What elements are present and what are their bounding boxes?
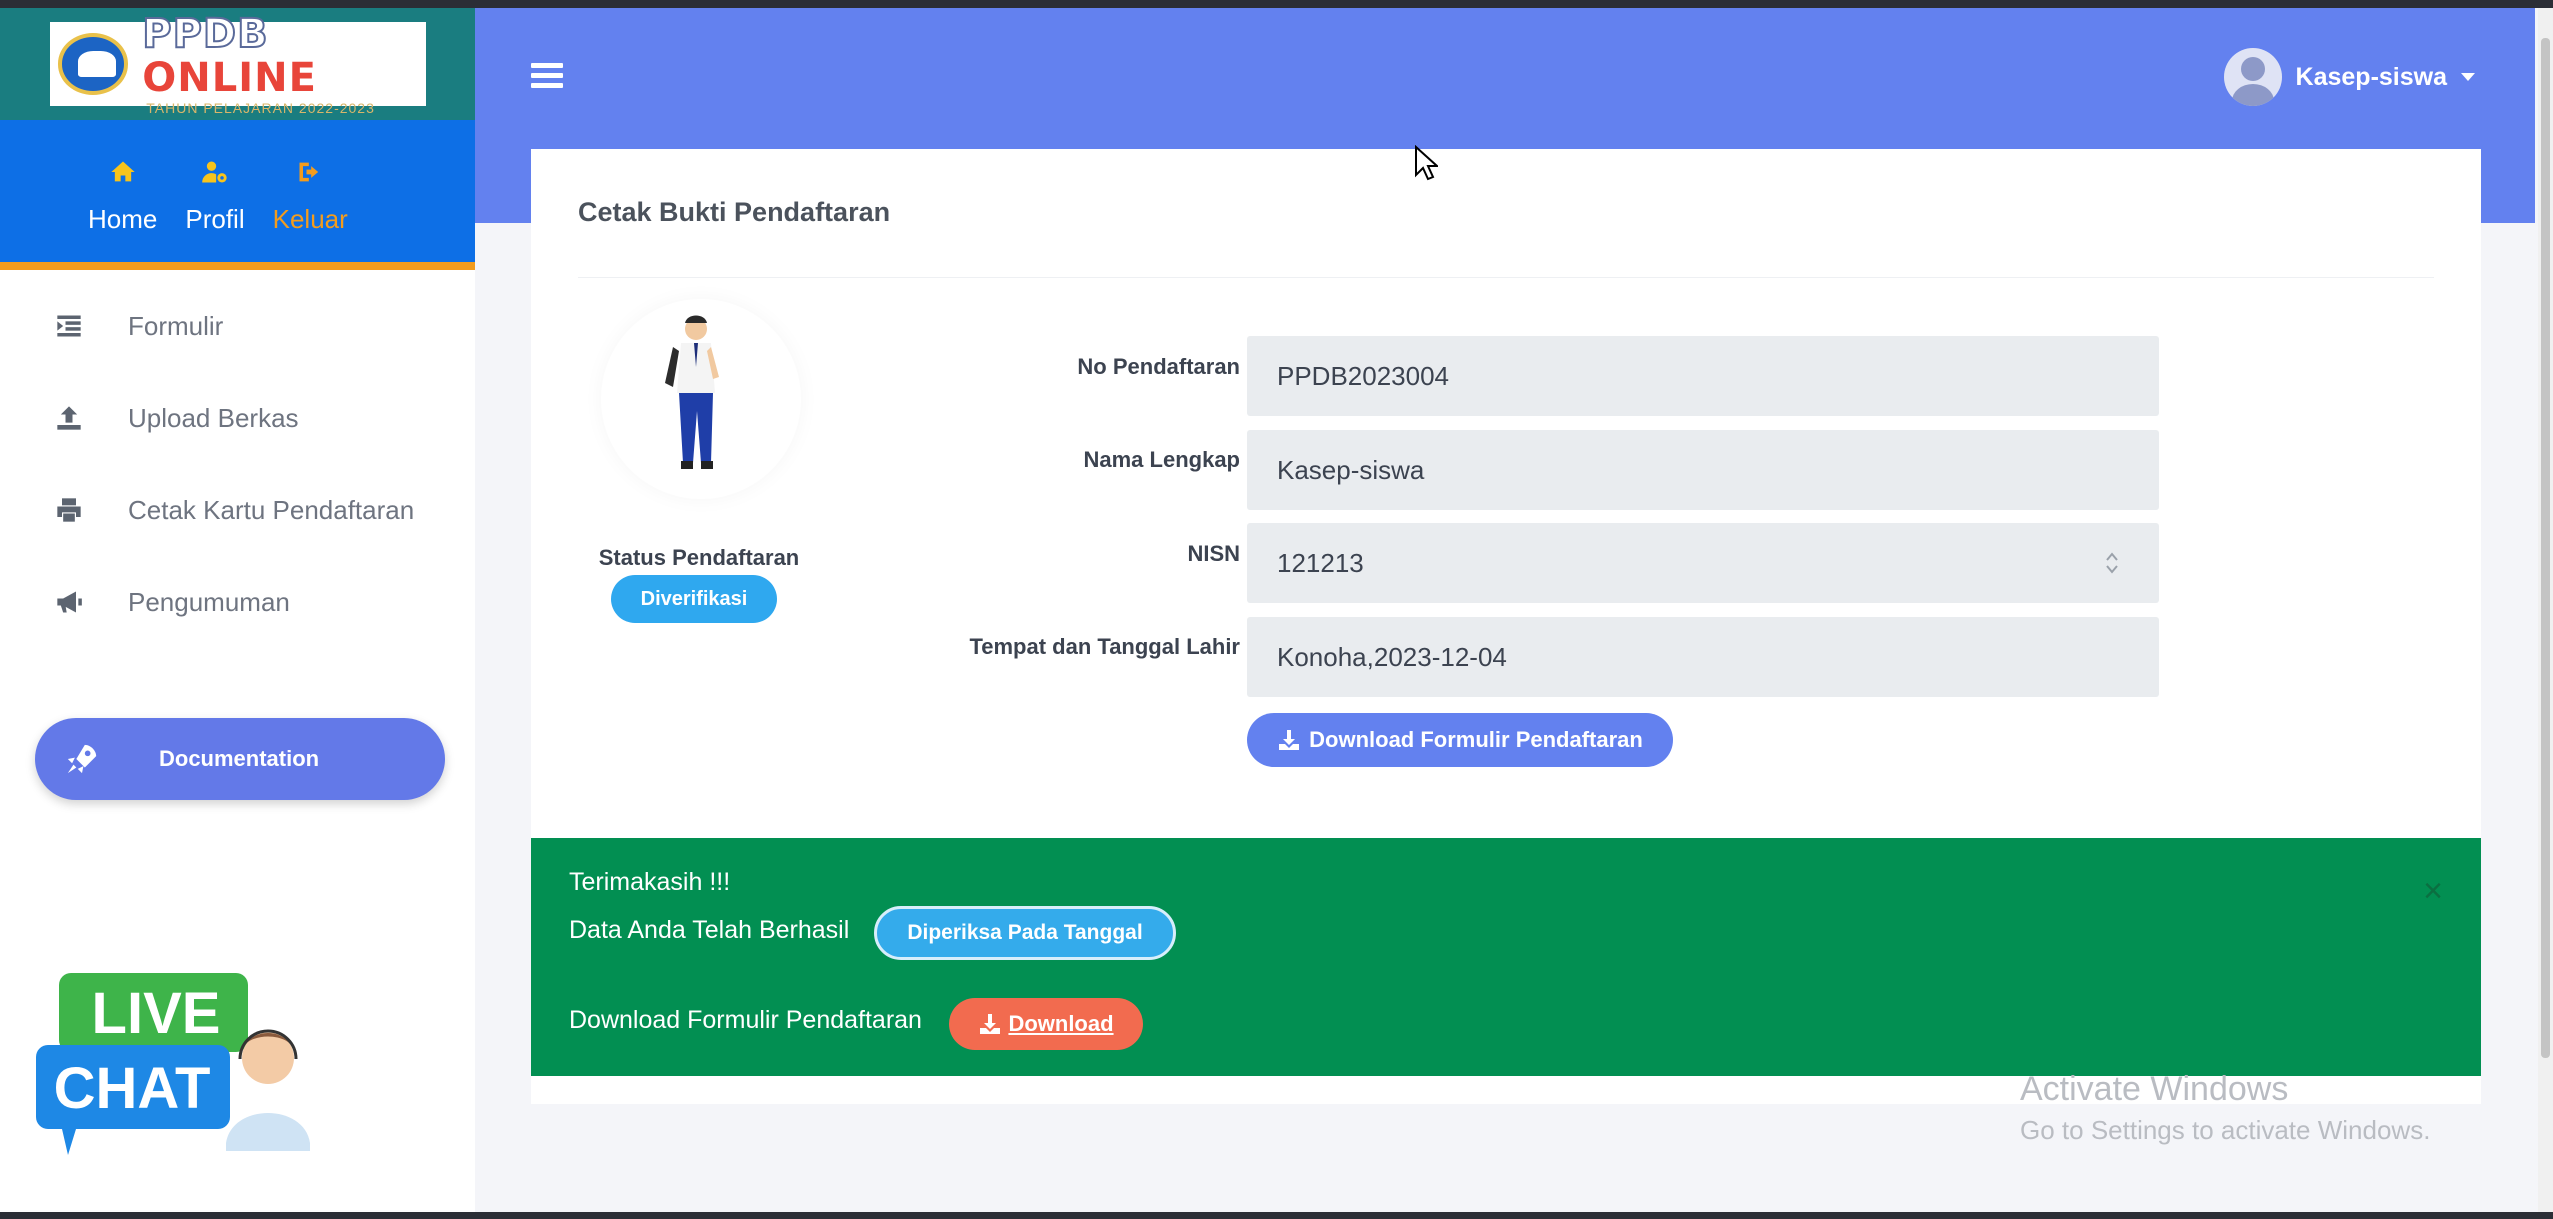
no-pendaftaran-field[interactable]: PPDB2023004 (1247, 336, 2159, 416)
tempat-tanggal-lahir-field[interactable]: Konoha,2023-12-04 (1247, 617, 2159, 697)
rocket-icon (67, 744, 97, 774)
alert-thanks-text: Terimakasih !!! (569, 868, 731, 896)
sidebar-item-pengumuman[interactable]: Pengumuman (0, 556, 475, 648)
documentation-button[interactable]: Documentation (35, 718, 445, 800)
field-value: 121213 (1277, 547, 1364, 578)
caret-down-icon (2461, 73, 2475, 81)
page-scrollbar[interactable] (2538, 8, 2553, 1219)
quick-nav-label: Profil (185, 204, 245, 234)
megaphone-icon (57, 591, 82, 613)
user-gear-icon (202, 161, 227, 183)
divider (578, 277, 2434, 278)
bottom-window-strip (0, 1212, 2553, 1219)
brand-title-online: ONLINE (142, 55, 317, 101)
status-label: Status Pendaftaran (598, 545, 800, 570)
nisn-field[interactable]: 121213 (1247, 523, 2159, 603)
sidebar-item-cetak-kartu[interactable]: Cetak Kartu Pendaftaran (0, 464, 475, 556)
brand-area: PPDB ONLINE TAHUN PELAJARAN 2022-2023 (0, 8, 475, 120)
quick-nav-label: Keluar (272, 204, 348, 234)
sidebar-item-label: Cetak Kartu Pendaftaran (128, 494, 415, 525)
download-icon (1279, 730, 1300, 750)
alert-data-text: Data Anda Telah Berhasil (569, 916, 850, 944)
download-formulir-label: Download Formulir Pendaftaran (1309, 727, 1643, 752)
sidebar: PPDB ONLINE TAHUN PELAJARAN 2022-2023 Ho… (0, 8, 475, 1219)
checked-date-badge: Diperiksa Pada Tanggal (874, 906, 1176, 960)
live-chat-widget[interactable]: LIVE CHAT (36, 973, 311, 1188)
form-list-icon (57, 315, 81, 337)
quick-nav: Home Profil Keluar (0, 120, 475, 270)
field-value: Konoha,2023-12-04 (1277, 641, 1507, 672)
documentation-label: Documentation (159, 746, 320, 771)
watermark-title: Activate Windows (2020, 1070, 2289, 1108)
sidebar-item-label: Upload Berkas (128, 402, 299, 433)
download-icon (980, 1014, 1001, 1034)
sidebar-item-upload-berkas[interactable]: Upload Berkas (0, 372, 475, 464)
field-label-nama-lengkap: Nama Lengkap (1083, 447, 1241, 472)
quick-nav-label: Home (88, 204, 158, 234)
field-label-no-pendaftaran: No Pendaftaran (1077, 354, 1240, 379)
field-label-nisn: NISN (1187, 541, 1240, 566)
tut-wuri-emblem-icon (57, 33, 129, 95)
windows-activation-watermark: Activate Windows Go to Settings to activ… (2020, 1070, 2430, 1146)
user-name: Kasep-siswa (2295, 62, 2447, 91)
field-label-tempat-tanggal-lahir: Tempat dan Tanggal Lahir (969, 634, 1240, 659)
home-icon (111, 161, 135, 182)
page-title: Cetak Bukti Pendaftaran (578, 197, 891, 227)
upload-icon (57, 406, 81, 430)
quick-nav-home[interactable]: Home (88, 158, 157, 262)
number-spinner-icon[interactable] (2105, 549, 2119, 577)
student-photo (601, 299, 801, 499)
nama-lengkap-field[interactable]: Kasep-siswa (1247, 430, 2159, 510)
sign-out-icon (299, 162, 319, 182)
brand-title-ppdb: PPDB (141, 11, 269, 57)
sidebar-item-label: Pengumuman (128, 586, 290, 617)
live-chat-chat-text: CHAT (54, 1056, 211, 1121)
alert-download-button[interactable]: Download (949, 998, 1143, 1050)
field-value: Kasep-siswa (1277, 454, 1425, 485)
download-formulir-button[interactable]: Download Formulir Pendaftaran (1247, 713, 1673, 767)
mouse-cursor-icon (1415, 145, 1438, 181)
sidebar-menu: Formulir Upload Berkas Cetak Kartu Penda… (0, 270, 475, 648)
user-menu[interactable]: Kasep-siswa (2223, 48, 2475, 106)
sidebar-item-formulir[interactable]: Formulir (0, 280, 475, 372)
sidebar-item-label: Formulir (128, 310, 224, 341)
close-icon[interactable]: × (2423, 872, 2443, 911)
watermark-subtitle: Go to Settings to activate Windows. (2020, 1115, 2431, 1145)
alert-download-label: Download (1008, 1011, 1114, 1036)
printer-icon (57, 498, 81, 522)
hamburger-menu-icon[interactable] (531, 63, 563, 89)
top-window-strip (0, 0, 2553, 8)
scrollbar-thumb[interactable] (2541, 38, 2550, 1058)
quick-nav-keluar[interactable]: Keluar (273, 158, 348, 262)
status-badge: Diverifikasi (611, 575, 777, 623)
alert-download-text: Download Formulir Pendaftaran (569, 1006, 922, 1034)
brand-subtitle: TAHUN PELAJARAN 2022-2023 (146, 100, 375, 116)
brand-logo[interactable]: PPDB ONLINE TAHUN PELAJARAN 2022-2023 (49, 11, 426, 116)
success-alert: Terimakasih !!! Data Anda Telah Berhasil… (531, 838, 2481, 1076)
field-value: PPDB2023004 (1277, 360, 1450, 391)
live-chat-live-text: LIVE (92, 981, 221, 1046)
quick-nav-profil[interactable]: Profil (185, 158, 245, 262)
avatar (2223, 48, 2282, 106)
